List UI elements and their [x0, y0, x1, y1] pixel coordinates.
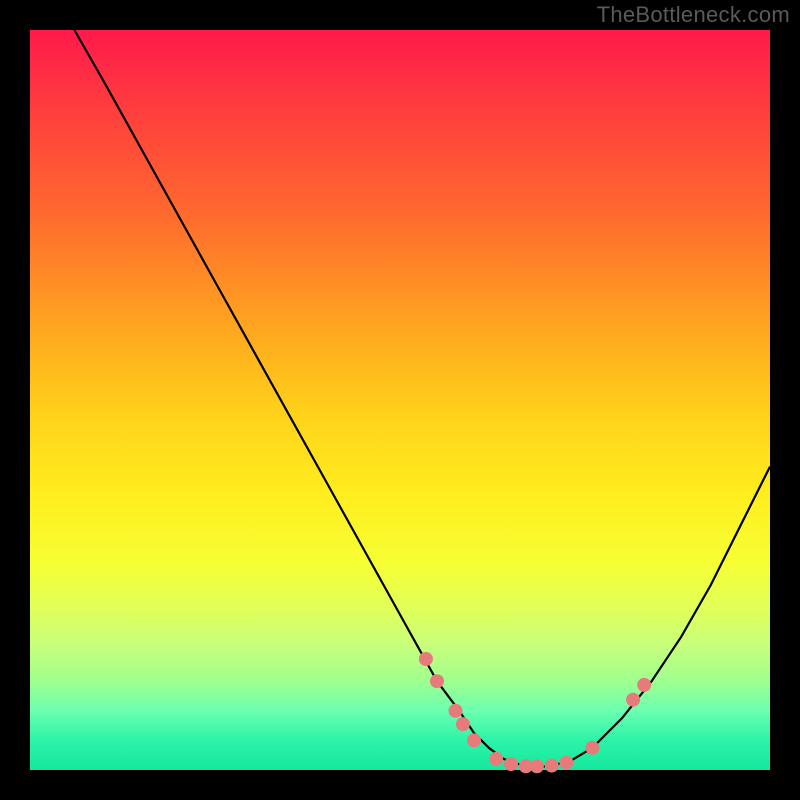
- chart-frame: TheBottleneck.com: [0, 0, 800, 800]
- watermark-text: TheBottleneck.com: [597, 2, 790, 28]
- data-point: [530, 759, 544, 773]
- data-point: [504, 757, 518, 771]
- data-point: [419, 652, 433, 666]
- data-point: [626, 693, 640, 707]
- data-point: [456, 717, 470, 731]
- data-point: [545, 759, 559, 773]
- data-point: [489, 752, 503, 766]
- data-point: [467, 733, 481, 747]
- data-point: [637, 678, 651, 692]
- data-point: [560, 756, 574, 770]
- chart-svg: [30, 30, 770, 770]
- data-point: [430, 674, 444, 688]
- plot-area: [30, 30, 770, 770]
- data-point: [585, 741, 599, 755]
- data-point: [449, 704, 463, 718]
- marker-group: [419, 652, 651, 773]
